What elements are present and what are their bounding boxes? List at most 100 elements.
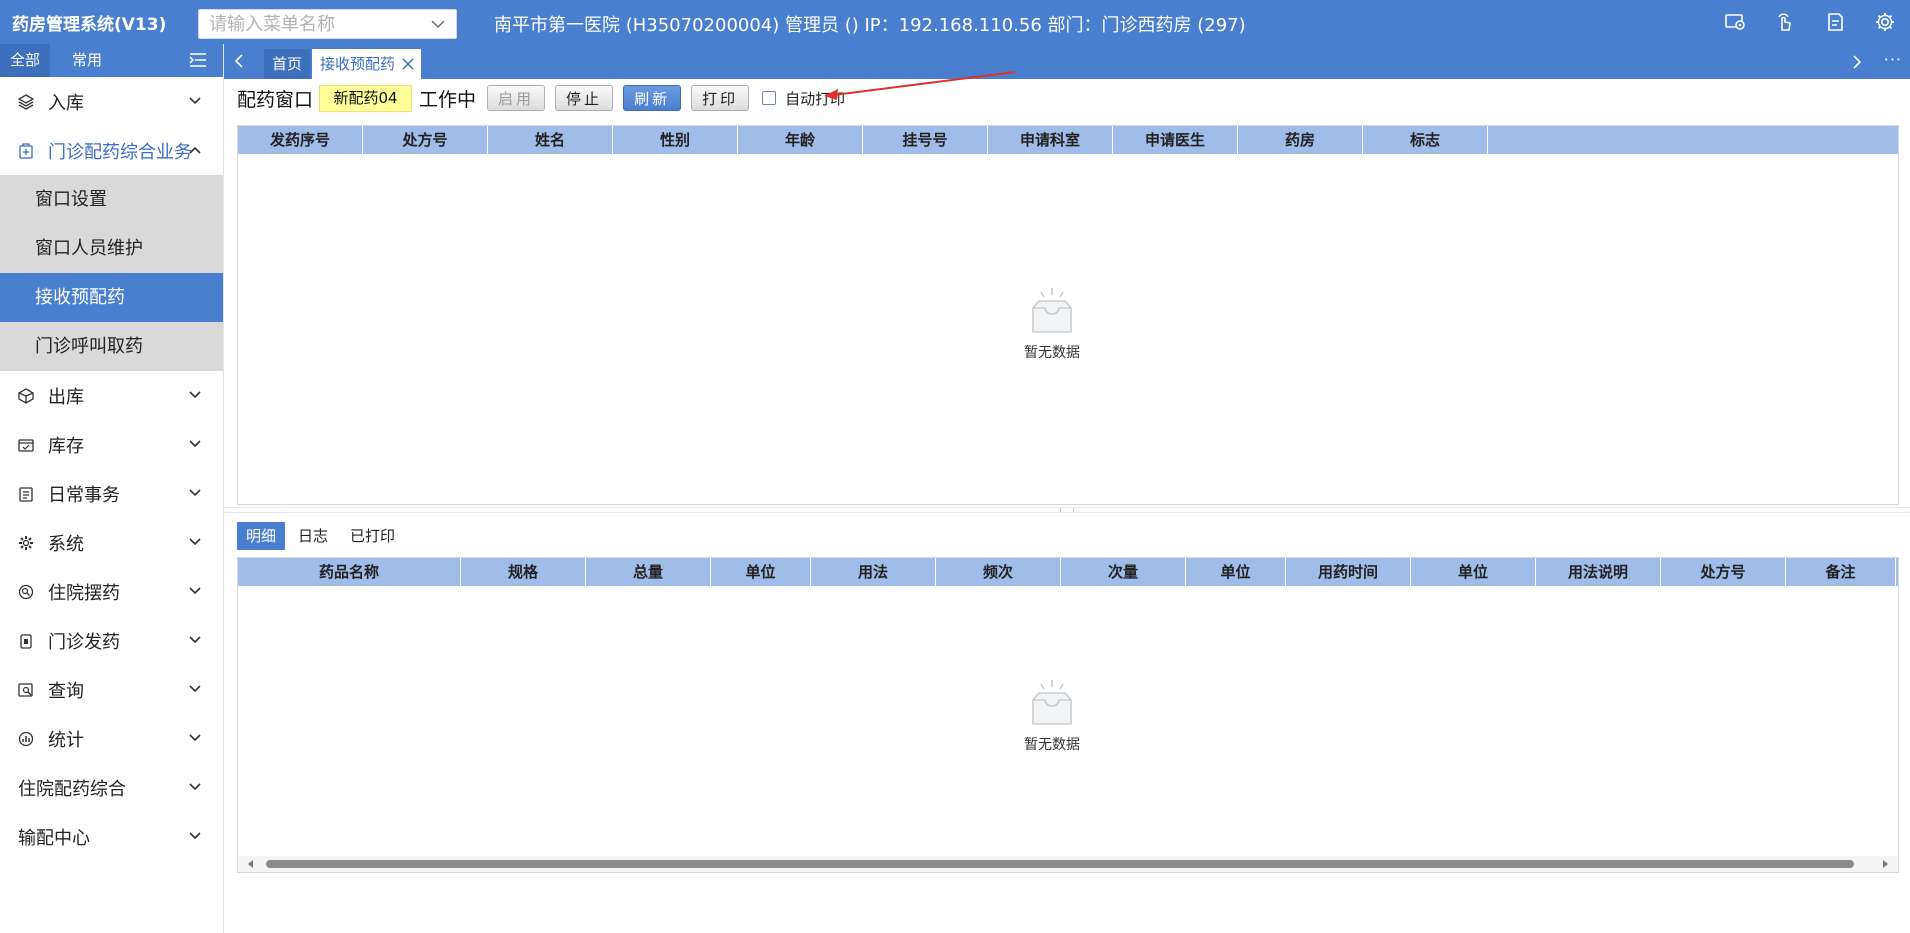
chevron-down-icon[interactable]	[430, 16, 446, 32]
column-header[interactable]: 处方号	[1661, 558, 1786, 586]
sidebar-item-label: 住院摆药	[48, 582, 120, 604]
horizontal-scrollbar[interactable]	[238, 856, 1898, 872]
column-header[interactable]: 备注	[1786, 558, 1896, 586]
more-tabs-button[interactable]: ···	[1884, 50, 1902, 69]
window-label: 配药窗口	[237, 88, 314, 111]
column-header[interactable]: 申请科室	[988, 126, 1113, 154]
menu-search-input[interactable]	[199, 10, 419, 38]
tab-printed[interactable]: 已打印	[341, 522, 404, 550]
column-header[interactable]: 总量	[586, 558, 711, 586]
sidebar-item-label: 查询	[48, 680, 84, 702]
sidebar-item-label: 系统	[48, 533, 84, 555]
column-header[interactable]: 单位	[1411, 558, 1536, 586]
sidebar-tab-all[interactable]: 全部	[0, 44, 51, 77]
column-header[interactable]: 挂号号	[863, 126, 988, 154]
empty-text: 暂无数据	[1024, 345, 1080, 361]
collapse-menu-icon[interactable]	[189, 52, 207, 68]
gear-icon	[19, 535, 33, 550]
sidebar-item-outpatient-dispensing[interactable]: 门诊配药综合业务	[0, 126, 223, 175]
sidebar-item-inventory[interactable]: 库存	[0, 420, 223, 469]
chevron-down-icon	[189, 440, 201, 448]
sidebar-item-receive-predispense[interactable]: 接收预配药	[0, 273, 223, 322]
sidebar-item-daily-affairs[interactable]: 日常事务	[0, 469, 223, 518]
close-icon[interactable]	[401, 57, 415, 71]
query-icon	[18, 682, 33, 697]
print-button[interactable]: 打印	[691, 85, 750, 111]
sidebar-item-label: 日常事务	[48, 484, 120, 506]
panel-splitter[interactable]	[224, 507, 1910, 513]
empty-box-icon	[1032, 680, 1072, 725]
sidebar-item-infusion-center[interactable]: 输配中心	[0, 812, 223, 861]
column-header[interactable]: 用法说明	[1536, 558, 1661, 586]
tab-receive-predispense[interactable]: 接收预配药	[312, 49, 422, 79]
chevron-down-icon	[189, 783, 201, 791]
sidebar-item-window-settings[interactable]: 窗口设置	[0, 175, 223, 224]
column-header[interactable]: 用药时间	[1286, 558, 1411, 586]
sidebar-item-statistics[interactable]: 统计	[0, 714, 223, 763]
scroll-right-icon[interactable]	[1880, 859, 1890, 869]
clipboard-icon	[19, 486, 33, 502]
detail-tabs: 明细 日志 已打印	[237, 522, 408, 550]
sidebar-menu: 入库 门诊配药综合业务 窗口设置 窗口人员维护 接收预配药 门诊呼叫取药 出库 …	[0, 77, 223, 861]
screen-settings-icon[interactable]	[1710, 0, 1760, 44]
splitter-grip[interactable]	[1060, 508, 1074, 512]
column-header[interactable]: 次量	[1061, 558, 1186, 586]
sidebar-item-system[interactable]: 系统	[0, 518, 223, 567]
chevron-right-icon[interactable]	[1848, 53, 1866, 71]
column-header[interactable]: 发药序号	[238, 126, 363, 154]
sidebar-item-outpatient-dispense[interactable]: 门诊发药	[0, 616, 223, 665]
column-header[interactable]: 单位	[1186, 558, 1286, 586]
gear-icon[interactable]	[1860, 0, 1910, 44]
sidebar-item-outbound[interactable]: 出库	[0, 371, 223, 420]
chevron-down-icon	[189, 489, 201, 497]
refresh-button[interactable]: 刷新	[623, 85, 682, 111]
tab-log[interactable]: 日志	[289, 522, 337, 550]
column-header[interactable]: 用法	[811, 558, 936, 586]
chevron-down-icon	[189, 636, 201, 644]
document-export-icon[interactable]	[1810, 0, 1860, 44]
sub-menu: 窗口设置 窗口人员维护 接收预配药 门诊呼叫取药	[0, 175, 223, 371]
chevron-down-icon	[189, 685, 201, 693]
column-header[interactable]: 性别	[613, 126, 738, 154]
checkbox-box[interactable]	[762, 91, 777, 105]
enable-button[interactable]: 启用	[487, 85, 546, 111]
sidebar-item-label: 输配中心	[18, 827, 90, 849]
column-header[interactable]: 姓名	[488, 126, 613, 154]
prescription-grid: 发药序号 处方号 姓名 性别 年龄 挂号号 申请科室 申请医生 药房 标志 暂无数据	[237, 125, 1899, 505]
sidebar-item-inbound[interactable]: 入库	[0, 77, 223, 126]
tab-home[interactable]: 首页	[264, 49, 311, 79]
column-header[interactable]: 标志	[1363, 126, 1488, 154]
dispense-icon	[20, 633, 32, 649]
column-header[interactable]: 单位	[711, 558, 811, 586]
column-header[interactable]: 处方号	[363, 126, 488, 154]
hand-pointer-icon[interactable]	[1760, 0, 1810, 44]
tab-detail[interactable]: 明细	[237, 522, 286, 550]
inbound-icon	[18, 93, 34, 110]
sidebar-item-query[interactable]: 查询	[0, 665, 223, 714]
chevron-down-icon	[189, 587, 201, 595]
column-header[interactable]: 申请医生	[1113, 126, 1238, 154]
sidebar-item-call-pickup[interactable]: 门诊呼叫取药	[0, 322, 223, 371]
column-header[interactable]: 年龄	[738, 126, 863, 154]
sidebar-item-label: 统计	[48, 729, 84, 751]
column-header[interactable]: 规格	[461, 558, 586, 586]
sidebar-item-inpatient-dispensing[interactable]: 住院摆药	[0, 567, 223, 616]
sidebar-tab-favorites[interactable]: 常用	[62, 44, 112, 77]
sidebar-tabs: 全部 常用	[0, 44, 223, 77]
column-header[interactable]: 药房	[1238, 126, 1363, 154]
column-header[interactable]: 药品名称	[238, 558, 461, 586]
drug-detail-grid: 药品名称 规格 总量 单位 用法 频次 次量 单位 用药时间 单位 用法说明 处方号 备注 暂无数据	[237, 557, 1899, 873]
column-header[interactable]: 频次	[936, 558, 1061, 586]
scroll-left-icon[interactable]	[246, 859, 256, 869]
scrollbar-thumb[interactable]	[266, 860, 1854, 868]
chevron-down-icon	[189, 391, 201, 399]
grid-header: 发药序号 处方号 姓名 性别 年龄 挂号号 申请科室 申请医生 药房 标志	[238, 126, 1898, 154]
window-status: 工作中	[419, 88, 477, 111]
sidebar-item-window-staff[interactable]: 窗口人员维护	[0, 224, 223, 273]
sidebar-item-inpatient-pharmacy[interactable]: 住院配药综合	[0, 763, 223, 812]
stop-button[interactable]: 停止	[555, 85, 614, 111]
menu-search-box[interactable]	[198, 9, 457, 39]
sidebar-item-label: 出库	[48, 386, 84, 408]
pharmacy-icon	[19, 142, 33, 159]
chevron-left-icon[interactable]	[230, 52, 248, 70]
